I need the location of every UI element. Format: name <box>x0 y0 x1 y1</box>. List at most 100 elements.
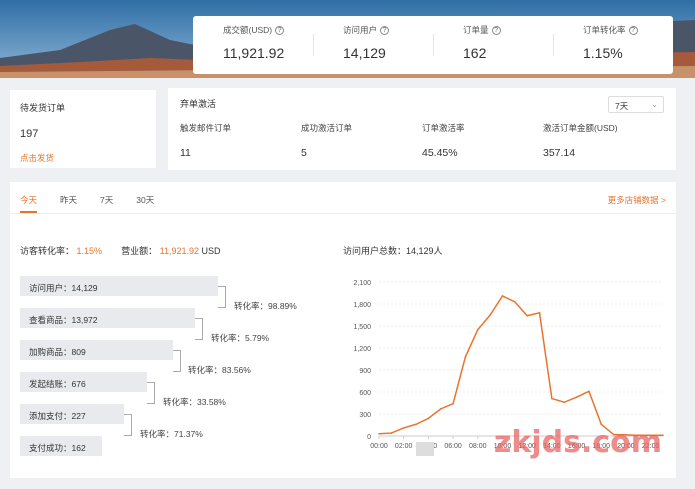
pending-count: 197 <box>20 128 39 140</box>
help-icon[interactable]: ? <box>628 25 638 35</box>
funnel-connector <box>124 414 132 436</box>
funnel-step: 加购商品：809 <box>20 340 173 360</box>
stats-card: 成交额(USD)? 11,921.92 访问用户? 14,129 订单量? 16… <box>193 16 673 74</box>
range-select[interactable]: 7天 ⌄ <box>608 96 664 113</box>
data-point <box>501 295 504 297</box>
y-tick-label: 1,200 <box>353 346 371 353</box>
conversion-value: 1.15% <box>76 246 103 256</box>
funnel-step: 发起结账：676 <box>20 372 147 392</box>
y-tick-label: 2,100 <box>353 280 371 287</box>
funnel-connector <box>147 382 155 404</box>
stat-label: 访问用户 <box>343 25 378 35</box>
stat-label: 订单量 <box>463 25 489 35</box>
stat-conversion: 订单转化率? 1.15% <box>553 16 673 74</box>
stat-value: 11,921.92 <box>223 45 285 61</box>
stat-value: 162 <box>463 45 487 61</box>
data-point <box>563 401 566 404</box>
funnel-connector <box>195 318 203 340</box>
main-panel: 今天 昨天 7天 30天 更多店铺数据 > 访客转化率： 1.15% 营业额： … <box>10 182 676 478</box>
metric-label: 成功激活订单 <box>301 123 353 133</box>
stat-label: 成交额(USD) <box>223 25 273 35</box>
stat-label: 订单转化率 <box>583 25 626 35</box>
sales-unit: USD <box>201 246 221 256</box>
stat-orders: 订单量? 162 <box>433 16 553 74</box>
y-tick-label: 600 <box>359 390 371 397</box>
help-icon[interactable]: ? <box>380 25 390 35</box>
x-tick-label: 06:00 <box>444 443 462 450</box>
tab-7-days[interactable]: 7天 <box>100 182 113 213</box>
abandon-metric: 触发邮件订单 11 <box>180 122 301 159</box>
range-select-value: 7天 <box>615 101 629 111</box>
abandon-title: 弃单激活 <box>180 99 217 109</box>
data-point <box>662 434 664 437</box>
help-icon[interactable]: ? <box>491 25 501 35</box>
funnel-step: 支付成功：162 <box>20 436 102 456</box>
stat-visitors: 访问用户? 14,129 <box>313 16 433 74</box>
metric-label: 触发邮件订单 <box>180 123 232 133</box>
metric-value: 357.14 <box>543 147 576 159</box>
funnel-conversion: 转化率：83.56% <box>188 365 251 375</box>
tab-30-days[interactable]: 30天 <box>136 182 154 213</box>
stat-value: 1.15% <box>583 45 623 61</box>
metric-value: 11 <box>180 147 191 159</box>
data-point <box>489 314 491 316</box>
x-tick-label: 00:00 <box>370 443 388 450</box>
banner: 成交额(USD)? 11,921.92 访问用户? 14,129 订单量? 16… <box>0 0 695 78</box>
metric-label: 激活订单金额(USD) <box>543 123 618 133</box>
data-point <box>514 301 516 303</box>
tab-yesterday[interactable]: 昨天 <box>60 182 77 213</box>
funnel-step: 查看商品：13,972 <box>20 308 195 328</box>
watermark-mark <box>416 442 434 456</box>
data-point <box>378 433 380 435</box>
summary-line: 访客转化率： 1.15% 营业额： 11,921.92 USD <box>20 244 221 257</box>
sales-value: 11,921.92 <box>159 246 199 256</box>
visitors-line-chart: 0 300 600 900 1,200 1,500 1,800 2,100 00:00 02:00… <box>353 280 664 450</box>
conversion-label: 访客转化率： <box>20 246 75 256</box>
funnel-conversion: 转化率：98.89% <box>234 301 297 311</box>
pending-title: 待发货订单 <box>20 103 66 113</box>
funnel-conversion: 转化率：33.58% <box>163 397 226 407</box>
metric-value: 5 <box>301 147 307 159</box>
funnel-conversion: 转化率：5.79% <box>211 333 270 343</box>
data-point <box>575 396 578 398</box>
data-point <box>538 312 541 314</box>
data-point <box>526 314 528 317</box>
funnel-connector <box>218 286 226 308</box>
metric-label: 订单激活率 <box>422 123 465 133</box>
data-point <box>476 328 479 331</box>
x-tick-label: 08:00 <box>469 443 487 450</box>
chart-title: 访问用户总数：14,129人 <box>343 246 443 256</box>
abandoned-cart-card: 弃单激活 7天 ⌄ 触发邮件订单 11 成功激活订单 5 订单激活率 45.45… <box>168 88 676 170</box>
abandon-metric: 成功激活订单 5 <box>301 122 422 159</box>
pending-orders-card: 待发货订单 197 点击发货 <box>10 90 156 168</box>
stat-sales: 成交额(USD)? 11,921.92 <box>193 16 313 74</box>
funnel-conversion: 转化率：71.37% <box>140 429 203 439</box>
chevron-down-icon: ⌄ <box>651 100 658 109</box>
data-point <box>439 408 442 410</box>
data-point <box>415 423 417 426</box>
y-tick-label: 1,800 <box>353 302 371 309</box>
abandon-metric: 订单激活率 45.45% <box>422 122 543 159</box>
y-tick-label: 0 <box>367 434 371 441</box>
y-tick-label: 900 <box>359 368 371 375</box>
funnel-step: 访问用户：14,129 <box>20 276 218 296</box>
help-icon[interactable]: ? <box>275 25 285 35</box>
funnel-step: 添加支付：227 <box>20 404 124 424</box>
more-store-data-link[interactable]: 更多店铺数据 > <box>608 194 666 206</box>
sales-label: 营业额： <box>121 246 158 256</box>
tab-today[interactable]: 今天 <box>20 182 38 213</box>
time-tabs: 今天 昨天 7天 30天 <box>10 182 676 214</box>
x-tick-label: 02:00 <box>395 443 413 450</box>
data-point <box>402 427 405 429</box>
data-point <box>588 390 590 393</box>
ship-now-link[interactable]: 点击发货 <box>20 152 156 164</box>
data-point <box>390 432 393 434</box>
conversion-funnel: 访问用户：14,129 转化率：98.89% 查看商品：13,972 转化率：5… <box>20 276 340 466</box>
metric-value: 45.45% <box>422 147 458 159</box>
data-point <box>427 417 430 420</box>
abandon-metric: 激活订单金额(USD) 357.14 <box>543 122 664 159</box>
funnel-connector <box>173 350 181 372</box>
y-tick-label: 300 <box>359 412 371 419</box>
data-point <box>551 397 553 400</box>
data-point <box>452 402 454 405</box>
